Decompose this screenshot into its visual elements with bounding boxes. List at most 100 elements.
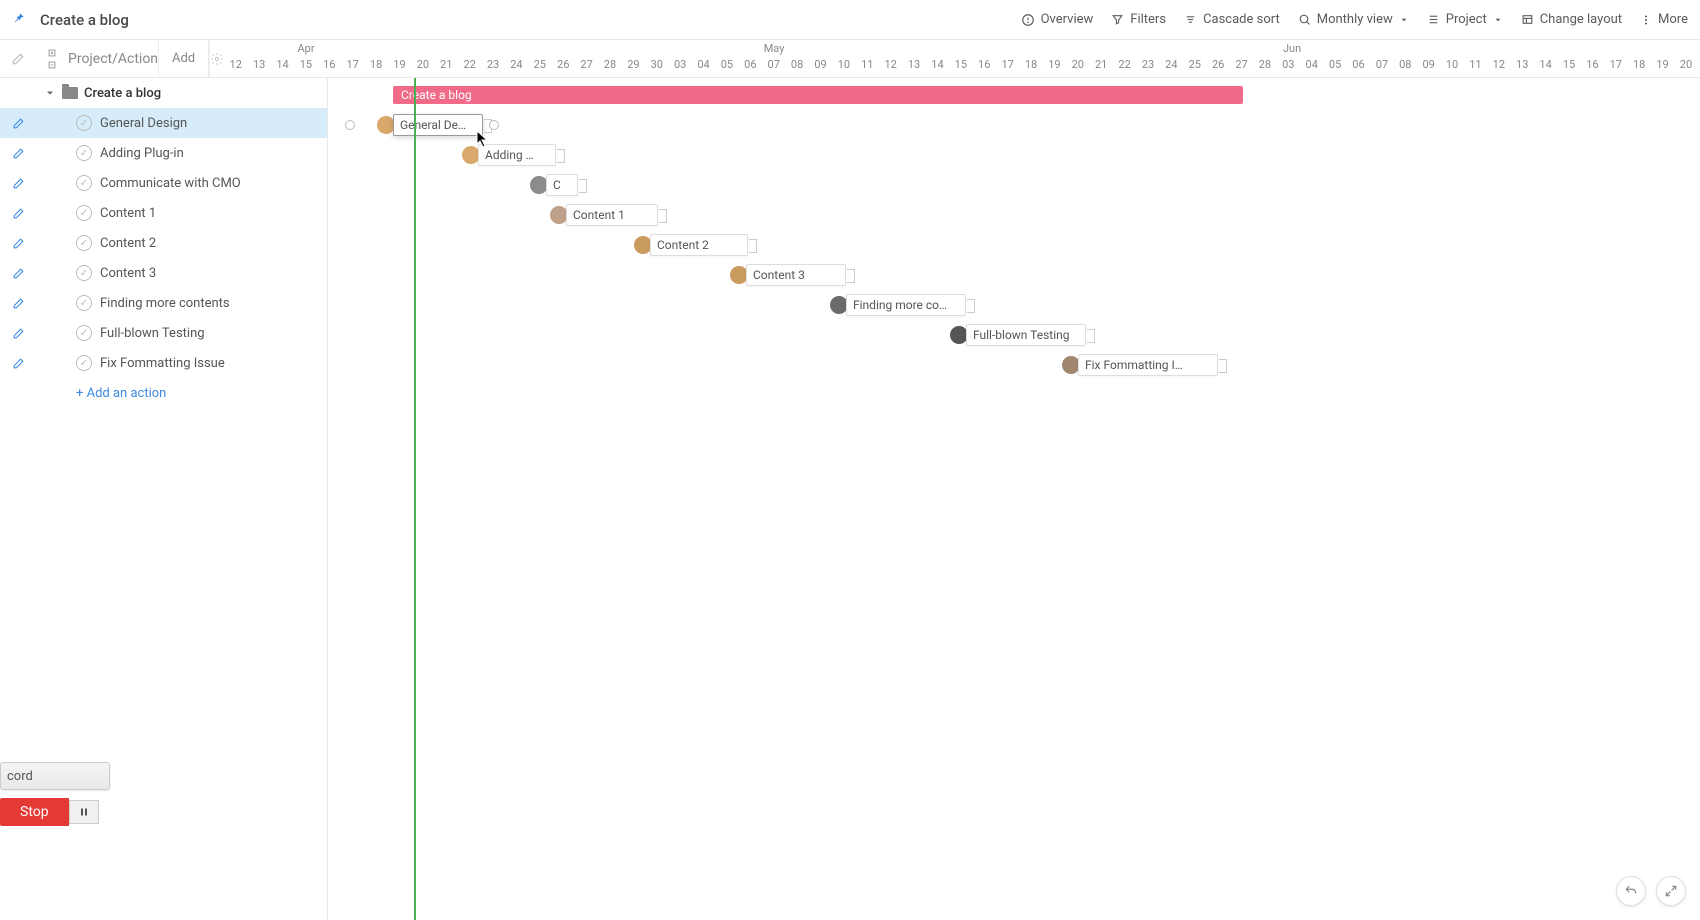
stop-button[interactable]: Stop [0, 798, 69, 826]
task-bar[interactable]: Content 1 [566, 204, 658, 226]
add-action-link[interactable]: + Add an action [36, 386, 166, 401]
task-bar[interactable]: General De… [393, 114, 483, 136]
task-bar[interactable]: Content 3 [746, 264, 846, 286]
bar-end-handle[interactable] [579, 179, 587, 193]
day-label: 15 [1557, 58, 1580, 78]
group-dropdown[interactable]: Project [1427, 12, 1503, 27]
check-circle-icon[interactable] [76, 175, 92, 191]
task-bar-label: Content 1 [573, 208, 625, 222]
edit-icon[interactable] [0, 177, 36, 190]
record-widget[interactable]: cord [0, 762, 110, 790]
day-label: 20 [1066, 58, 1089, 78]
edit-column-icon [0, 52, 36, 66]
day-label: 18 [1627, 58, 1650, 78]
task-row[interactable]: Content 1 [36, 205, 327, 221]
check-circle-icon[interactable] [76, 295, 92, 311]
task-bar-label: Finding more co… [853, 298, 947, 312]
overview-button[interactable]: Overview [1021, 12, 1094, 27]
more-button[interactable]: More [1640, 12, 1688, 27]
check-circle-icon[interactable] [76, 145, 92, 161]
day-label: 05 [715, 58, 738, 78]
day-label: 19 [1043, 58, 1066, 78]
bar-end-handle[interactable] [1219, 359, 1227, 373]
day-label: 15 [949, 58, 972, 78]
cascade-sort-button[interactable]: Cascade sort [1184, 12, 1280, 27]
edit-icon[interactable] [0, 207, 36, 220]
task-bar[interactable]: Fix Fommatting I… [1078, 354, 1218, 376]
pin-icon[interactable] [12, 11, 26, 29]
edit-icon[interactable] [0, 237, 36, 250]
day-label: 07 [1370, 58, 1393, 78]
day-label: 14 [271, 58, 294, 78]
edit-icon[interactable] [0, 147, 36, 160]
task-name: General Design [100, 116, 187, 131]
task-bar[interactable]: Adding … [478, 144, 556, 166]
task-row[interactable]: Finding more contents [36, 295, 327, 311]
day-label: 11 [1464, 58, 1487, 78]
task-row[interactable]: Full-blown Testing [36, 325, 327, 341]
edit-icon[interactable] [0, 357, 36, 370]
task-row[interactable]: Fix Fommatting Issue [36, 355, 327, 371]
project-row[interactable]: Create a blog [36, 86, 161, 101]
drag-handle[interactable] [489, 120, 499, 130]
day-label: 26 [1206, 58, 1229, 78]
pause-button[interactable] [69, 800, 99, 824]
check-circle-icon[interactable] [76, 205, 92, 221]
column-header-label: Project/Action [68, 51, 158, 67]
day-label: 25 [1183, 58, 1206, 78]
add-remove-icons[interactable] [36, 48, 68, 70]
chevron-down-icon[interactable] [44, 87, 56, 99]
chevron-down-icon [1493, 15, 1503, 25]
day-label: 17 [1604, 58, 1627, 78]
change-layout-button[interactable]: Change layout [1521, 12, 1622, 27]
settings-gear-icon[interactable] [209, 40, 224, 77]
check-circle-icon[interactable] [76, 355, 92, 371]
day-label: 13 [247, 58, 270, 78]
day-label: 20 [1674, 58, 1697, 78]
edit-icon[interactable] [0, 117, 36, 130]
undo-button[interactable] [1616, 876, 1646, 906]
month-label: May [764, 42, 785, 55]
edit-icon[interactable] [0, 327, 36, 340]
day-label: 16 [1581, 58, 1604, 78]
task-bar[interactable]: Finding more co… [846, 294, 966, 316]
filters-button[interactable]: Filters [1111, 12, 1166, 27]
day-label: 27 [575, 58, 598, 78]
day-label: 29 [622, 58, 645, 78]
drag-handle[interactable] [345, 120, 355, 130]
task-bar[interactable]: C [546, 174, 578, 196]
day-label: 14 [1534, 58, 1557, 78]
bar-end-handle[interactable] [557, 149, 565, 163]
task-bar[interactable]: Content 2 [650, 234, 748, 256]
edit-icon[interactable] [0, 267, 36, 280]
bar-end-handle[interactable] [659, 209, 667, 223]
add-column-button[interactable]: Add [158, 40, 208, 77]
task-row[interactable]: Content 3 [36, 265, 327, 281]
check-circle-icon[interactable] [76, 115, 92, 131]
day-label: 10 [1440, 58, 1463, 78]
check-circle-icon[interactable] [76, 235, 92, 251]
check-circle-icon[interactable] [76, 265, 92, 281]
task-row[interactable]: Content 2 [36, 235, 327, 251]
task-bar[interactable]: Full-blown Testing [966, 324, 1086, 346]
bar-end-handle[interactable] [749, 239, 757, 253]
day-label: 16 [318, 58, 341, 78]
day-label: 21 [435, 58, 458, 78]
project-bar[interactable]: Create a blog [393, 86, 1243, 104]
bar-end-handle[interactable] [967, 299, 975, 313]
task-row[interactable]: Communicate with CMO [36, 175, 327, 191]
view-dropdown[interactable]: Monthly view [1298, 12, 1409, 27]
edit-icon[interactable] [0, 297, 36, 310]
bar-end-handle[interactable] [847, 269, 855, 283]
task-row[interactable]: Adding Plug-in [36, 145, 327, 161]
day-label: 12 [1487, 58, 1510, 78]
task-row[interactable]: General Design [36, 115, 327, 131]
day-label: 22 [1113, 58, 1136, 78]
page-title: Create a blog [40, 11, 129, 29]
chevron-down-icon [1399, 15, 1409, 25]
task-name: Content 2 [100, 236, 156, 251]
bar-end-handle[interactable] [1087, 329, 1095, 343]
day-label: 14 [926, 58, 949, 78]
expand-button[interactable] [1656, 876, 1686, 906]
check-circle-icon[interactable] [76, 325, 92, 341]
